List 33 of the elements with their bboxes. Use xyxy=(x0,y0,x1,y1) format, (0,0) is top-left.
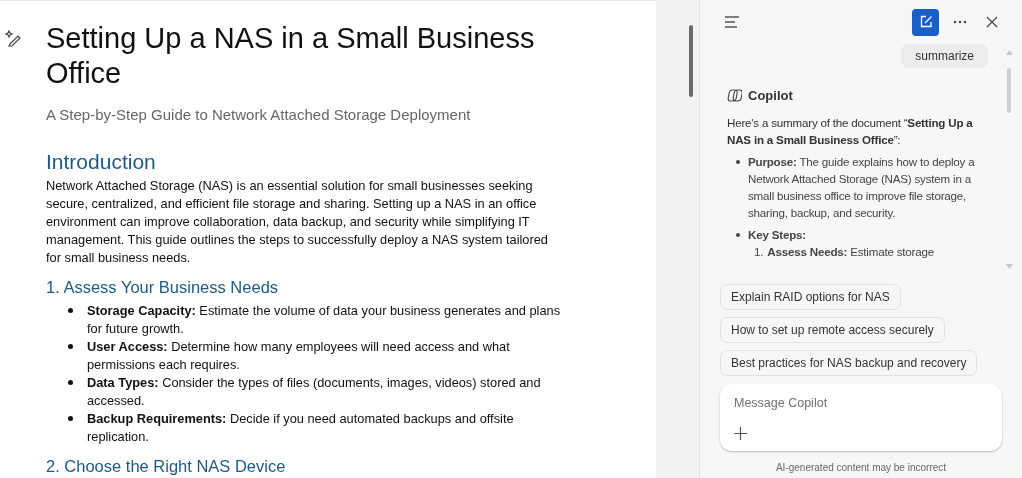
list-item-text: Storage Capacity: Estimate the volume of data your business generates and plans for future growth. xyxy=(87,301,562,338)
summary-intro: Here's a summary of the document “Setting Up a NAS in a Small Business Office”: xyxy=(727,114,974,148)
list-item-text: User Access: Determine how many employees will need access and what permissions each requires. xyxy=(87,337,511,374)
new-chat-button[interactable] xyxy=(912,8,939,36)
suggestion-chip[interactable]: Explain RAID options for NAS xyxy=(720,284,901,310)
document-title: Setting Up a NAS in a Small Business Office xyxy=(46,21,536,91)
summary-point: Key Steps: xyxy=(748,226,807,243)
document-subtitle: A Step-by-Step Guide to Network Attached Storage Deployment xyxy=(46,105,472,125)
list-item-text: Backup Requirements: Decide if you need automated backups and offsite replication. xyxy=(87,409,515,446)
suggestion-chip[interactable]: How to set up remote access securely xyxy=(720,317,945,343)
scrollbar-thumb[interactable] xyxy=(1007,68,1011,113)
summary-point: Purpose: The guide explains how to deploy a Network Attached Storage (NAS) system in a small business office to improve file storage, sharing, backup, and security. xyxy=(748,153,976,221)
sparkle-pen-icon[interactable] xyxy=(5,29,23,47)
list-item-text: Data Types: Consider the types of files (documents, images, videos) stored and accessed. xyxy=(87,373,542,410)
assistant-name: Copilot xyxy=(748,87,793,105)
section-heading: 2. Choose the Right NAS Device xyxy=(46,455,287,477)
message-field[interactable]: Message Copilot xyxy=(720,384,1002,451)
add-icon[interactable] xyxy=(734,426,747,440)
close-icon[interactable] xyxy=(986,16,998,28)
disclaimer-text: AI-generated content may be incorrect xyxy=(774,461,948,475)
user-message: summarize xyxy=(901,44,988,68)
paragraph: Network Attached Storage (NAS) is an essential solution for small businesses seeking secure, centralized, and efficient file storage and sharing. Setting up a NAS in an office environment can improve collaboration, data backup, and security while simplifying IT management. This guide outlines the steps to successfully deploy a NAS system tailored for small business needs. xyxy=(46,176,549,267)
edit-icon xyxy=(918,15,933,29)
summary-step: Assess Needs: Estimate storage xyxy=(767,242,934,260)
suggestion-chip[interactable]: Best practices for NAS backup and recovery xyxy=(720,350,978,376)
message-input[interactable]: Message Copilot xyxy=(734,394,988,413)
copilot-logo-icon xyxy=(727,88,742,104)
more-options-icon[interactable] xyxy=(953,20,967,24)
scrollbar-thumb[interactable] xyxy=(689,25,693,97)
section-heading: Introduction xyxy=(46,148,157,175)
menu-icon[interactable] xyxy=(724,15,740,29)
step-number: 1. xyxy=(754,243,764,260)
section-heading: 1. Assess Your Business Needs xyxy=(46,276,280,298)
